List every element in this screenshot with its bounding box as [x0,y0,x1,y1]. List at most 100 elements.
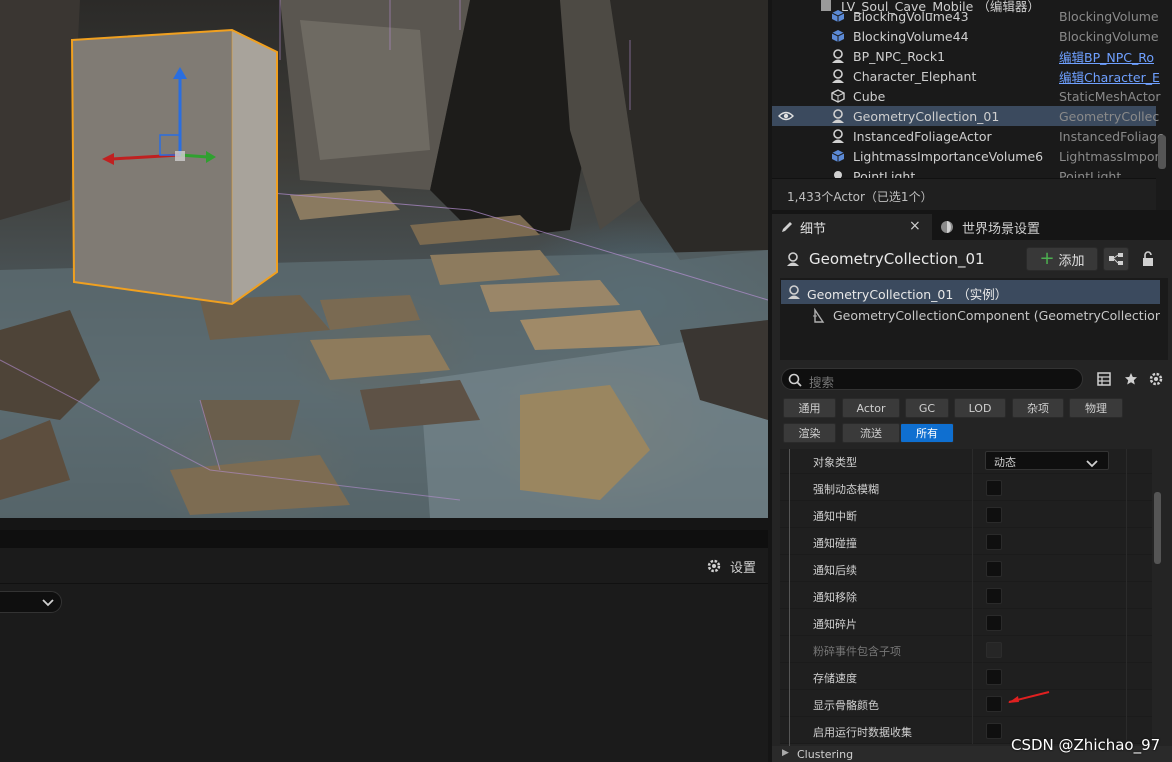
category-button[interactable]: 流送 [842,423,900,443]
outliner-item-name: Character_Elephant [853,68,977,84]
tab-world-settings[interactable]: 世界场景设置 [936,214,1116,240]
outliner-row[interactable]: Cube StaticMeshActor [772,86,1161,106]
column-divider [972,582,973,609]
property-row: 对象类型 动态 [780,449,1152,474]
outliner-row[interactable]: BlockingVolume44 BlockingVolume [772,26,1159,46]
settings-label: 设置 [730,560,757,576]
outliner-status-bar: 1,433个Actor（已选1个） [772,178,1156,210]
outliner-scrollbar[interactable] [1158,135,1166,169]
expand-arrow-icon: ▶ [782,748,789,758]
category-button[interactable]: 通用 [783,398,836,418]
property-checkbox[interactable] [986,723,1002,739]
settings-button[interactable]: 设置 [706,557,768,576]
cube-icon [830,88,846,104]
property-row: 通知碎片 [780,609,1152,636]
outliner-item-type: InstancedFoliage [1059,128,1165,144]
pencil-icon [782,222,792,232]
column-divider [1126,609,1127,636]
property-checkbox[interactable] [986,480,1002,496]
property-checkbox[interactable] [986,561,1002,577]
property-label: 通知中断 [813,510,857,523]
category-button[interactable]: GC [905,398,949,418]
outliner-item-name: BlockingVolume43 [853,8,969,24]
outliner-row[interactable]: BlockingVolume43 BlockingVolume [772,6,1159,26]
column-divider [1126,474,1127,501]
actor-icon [830,48,846,64]
instance-label: GeometryCollection_01 （实例） [807,287,1008,302]
outliner-row[interactable]: InstancedFoliageActor InstancedFoliage [772,126,1165,146]
search-placeholder: 搜索 [809,375,835,390]
component-row[interactable]: GeometryCollectionComponent (GeometryCol… [781,304,1160,328]
bottom-toolbar: 设置 [0,548,768,584]
actor-count-status: 1,433个Actor（已选1个） [787,190,933,204]
property-list: 对象类型 动态 强制动态模糊 通知中断 通知碰撞 通知后续 通知移除 通知碎片 粉碎事件包含子项… [780,449,1152,749]
instance-row[interactable]: GeometryCollection_01 （实例） [781,280,1160,304]
table-view-icon[interactable] [1097,372,1111,386]
category-button[interactable]: 所有 [900,423,954,443]
outliner-row[interactable]: BP_NPC_Rock1 编辑BP_NPC_Ro [772,46,1156,66]
eye-icon[interactable] [778,108,794,124]
tab-details[interactable]: 细节 × [772,214,932,240]
property-checkbox[interactable] [986,696,1002,712]
property-row: 通知移除 [780,582,1152,609]
actor-icon [830,108,846,124]
property-label: 通知碎片 [813,618,857,631]
property-checkbox[interactable] [986,588,1002,604]
outliner-item-name: Cube [853,88,886,104]
plus-icon: + [1039,248,1055,269]
category-button[interactable]: LOD [954,398,1006,418]
column-divider [1126,449,1127,474]
property-checkbox[interactable] [986,507,1002,523]
property-row: 通知中断 [780,501,1152,528]
category-button[interactable]: Actor [842,398,900,418]
outliner-row[interactable]: LightmassImportanceVolume6 LightmassImpor [772,146,1160,166]
volume-icon [830,8,846,24]
filter-dropdown[interactable] [0,591,62,613]
category-button[interactable]: 渲染 [783,423,836,443]
lock-icon[interactable] [1141,251,1155,267]
add-component-button[interactable]: + 添加 [1026,247,1098,271]
dropdown-value: 动态 [994,456,1016,469]
object-type-dropdown[interactable]: 动态 [985,451,1109,470]
details-search-field[interactable]: 搜索 [781,368,1083,390]
category-button[interactable]: 物理 [1069,398,1123,418]
outliner-item-name: BP_NPC_Rock1 [853,48,946,64]
outliner-row[interactable]: GeometryCollection_01 GeometryCollec [772,106,1159,126]
outliner-item-type-link[interactable]: 编辑BP_NPC_Ro [1059,47,1169,66]
tab-world-settings-label: 世界场景设置 [962,221,1041,237]
column-divider [1126,636,1127,663]
property-checkbox[interactable] [986,615,1002,631]
column-divider [1126,582,1127,609]
close-tab-icon[interactable]: × [909,218,921,234]
actor-name: GeometryCollection_01 [809,250,985,268]
outliner-item-name: InstancedFoliageActor [853,128,992,144]
property-label: 显示骨骼颜色 [813,699,879,712]
volume-icon [830,148,846,164]
property-checkbox[interactable] [986,534,1002,550]
blueprint-button[interactable] [1103,247,1129,271]
transform-gizmo[interactable] [100,65,230,185]
hierarchy-icon [1109,253,1123,265]
details-scrollbar[interactable] [1154,492,1161,564]
actor-icon [830,68,846,84]
property-label: 粉碎事件包含子项 [813,645,901,658]
column-divider [972,609,973,636]
chevron-down-icon [42,599,54,607]
column-divider [972,474,973,501]
column-divider [972,528,973,555]
add-label: 添加 [1058,253,1085,269]
outliner-item-name: LightmassImportanceVolume6 [853,148,1044,164]
outliner-item-type-link[interactable]: 编辑Character_E [1059,67,1169,86]
outliner-row[interactable]: Character_Elephant 编辑Character_E [772,66,1160,86]
category-button[interactable]: 杂项 [1012,398,1064,418]
actor-icon [830,128,846,144]
gear-icon[interactable] [1148,371,1164,387]
column-divider [972,663,973,690]
property-checkbox[interactable] [986,669,1002,685]
chevron-down-icon [1086,457,1098,471]
property-label: 启用运行时数据收集 [813,726,912,739]
volume-icon [830,28,846,44]
star-icon[interactable] [1124,372,1138,386]
level-viewport[interactable] [0,0,768,518]
outliner-item-type: LightmassImpor [1059,148,1160,164]
